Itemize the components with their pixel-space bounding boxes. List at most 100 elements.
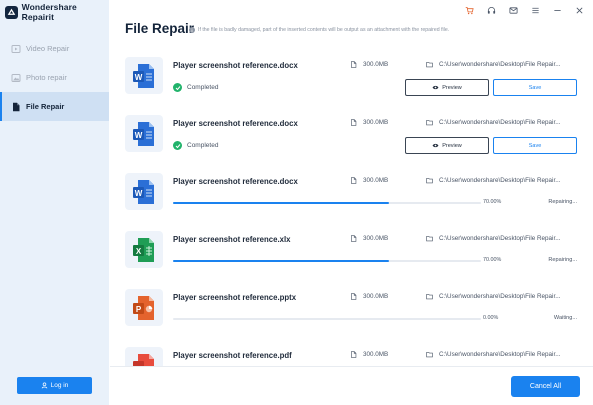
- file-size: 300.0MB: [350, 119, 388, 126]
- info-icon: i: [189, 27, 195, 33]
- sidebar-item-file-repair[interactable]: File Repair: [0, 92, 109, 121]
- pdf-file-icon: [125, 347, 163, 366]
- sidebar: Wondershare Repairit Video Repair Photo …: [0, 0, 109, 405]
- status-label: Completed: [187, 84, 219, 91]
- file-name: Player screenshot reference.xlx: [173, 235, 291, 244]
- document-icon: [351, 235, 357, 242]
- user-icon: [41, 382, 47, 389]
- file-size: 300.0MB: [350, 293, 388, 300]
- preview-button[interactable]: Preview: [405, 137, 489, 154]
- sidebar-item-label: Video Repair: [26, 44, 70, 53]
- close-icon[interactable]: [573, 4, 585, 16]
- preview-label: Preview: [442, 142, 462, 149]
- svg-text:P: P: [136, 304, 142, 313]
- file-row: W Player screenshot reference.docx 300.0…: [110, 106, 593, 164]
- document-icon: [351, 351, 357, 358]
- folder-icon: [426, 178, 433, 184]
- file-path-value: C:\User\wondershare\Desktop\File Repair.…: [439, 351, 561, 358]
- file-icon: [13, 102, 20, 111]
- hint-label: If the file is badly damaged, part of th…: [198, 27, 450, 33]
- file-path-value: C:\User\wondershare\Desktop\File Repair.…: [439, 293, 561, 300]
- progress-bar: [173, 260, 481, 262]
- file-size-value: 300.0MB: [363, 293, 389, 300]
- headset-icon[interactable]: [485, 4, 497, 16]
- file-name: Player screenshot reference.pdf: [173, 351, 292, 360]
- file-path-value: C:\User\wondershare\Desktop\File Repair.…: [439, 235, 561, 242]
- file-list: W Player screenshot reference.docx 300.0…: [110, 48, 593, 366]
- cancel-all-button[interactable]: Cancel All: [511, 376, 580, 397]
- eye-icon: [432, 85, 439, 90]
- status-label: Waiting...: [553, 315, 577, 321]
- svg-text:W: W: [135, 72, 143, 81]
- hint-text: i If the file is badly damaged, part of …: [189, 27, 449, 33]
- file-row: X Player screenshot reference.xlx 300.0M…: [110, 222, 593, 280]
- titlebar: [453, 4, 585, 16]
- file-path[interactable]: C:\User\wondershare\Desktop\File Repair.…: [426, 119, 586, 126]
- sidebar-item-photo-repair[interactable]: Photo repair: [0, 63, 109, 92]
- file-name: Player screenshot reference.docx: [173, 177, 298, 186]
- document-icon: [351, 61, 357, 68]
- cart-icon[interactable]: [463, 4, 475, 16]
- check-icon: [173, 141, 182, 150]
- video-icon: [11, 44, 21, 53]
- file-path[interactable]: C:\User\wondershare\Desktop\File Repair.…: [426, 351, 586, 358]
- file-size: 300.0MB: [350, 351, 388, 358]
- file-row: W Player screenshot reference.docx 300.0…: [110, 48, 593, 106]
- file-path[interactable]: C:\User\wondershare\Desktop\File Repair.…: [426, 293, 586, 300]
- sidebar-item-video-repair[interactable]: Video Repair: [0, 34, 109, 63]
- file-size-value: 300.0MB: [363, 177, 389, 184]
- svg-text:X: X: [136, 246, 142, 255]
- save-button[interactable]: Save: [493, 79, 577, 96]
- minimize-icon[interactable]: [551, 4, 563, 16]
- status-completed: Completed: [173, 141, 218, 150]
- save-label: Save: [528, 142, 542, 149]
- login-button[interactable]: Log in: [17, 377, 92, 394]
- sidebar-nav: Video Repair Photo repair File Repair: [0, 34, 109, 121]
- folder-icon: [426, 62, 433, 68]
- sidebar-item-label: File Repair: [26, 102, 65, 111]
- progress-bar: [173, 202, 481, 204]
- file-row: Player screenshot reference.pdf 300.0MB …: [110, 338, 593, 366]
- app-title: Wondershare Repairit: [21, 2, 77, 22]
- svg-text:W: W: [135, 130, 143, 139]
- file-size-value: 300.0MB: [363, 61, 389, 68]
- file-path-value: C:\User\wondershare\Desktop\File Repair.…: [439, 61, 561, 68]
- status-completed: Completed: [173, 83, 218, 92]
- file-path-value: C:\User\wondershare\Desktop\File Repair.…: [439, 177, 561, 184]
- progress-percent: 0.00%: [483, 315, 499, 321]
- progress-percent: 70.00%: [483, 257, 502, 263]
- save-button[interactable]: Save: [493, 137, 577, 154]
- progress-percent: 70.00%: [483, 199, 502, 205]
- mail-icon[interactable]: [507, 4, 519, 16]
- check-icon: [173, 83, 182, 92]
- cancel-all-label: Cancel All: [529, 383, 562, 390]
- file-size-value: 300.0MB: [363, 235, 389, 242]
- status-label: Repairing...: [548, 257, 577, 263]
- progress-fill: [173, 260, 389, 262]
- file-name: Player screenshot reference.docx: [173, 119, 298, 128]
- menu-icon[interactable]: [529, 4, 541, 16]
- eye-icon: [432, 143, 439, 148]
- file-path[interactable]: C:\User\wondershare\Desktop\File Repair.…: [426, 235, 586, 242]
- file-row: P Player screenshot reference.pptx 300.0…: [110, 280, 593, 338]
- progress-fill: [173, 202, 389, 204]
- brand: Wondershare Repairit: [5, 2, 109, 22]
- login-label: Log in: [50, 382, 69, 389]
- file-path-value: C:\User\wondershare\Desktop\File Repair.…: [439, 119, 561, 126]
- status-label: Repairing...: [548, 199, 577, 205]
- word-file-icon: W: [125, 173, 163, 210]
- file-name: Player screenshot reference.docx: [173, 61, 298, 70]
- word-file-icon: W: [125, 57, 163, 94]
- progress-bar: [173, 318, 481, 320]
- folder-icon: [426, 352, 433, 358]
- powerpoint-file-icon: P: [125, 289, 163, 326]
- file-name: Player screenshot reference.pptx: [173, 293, 297, 302]
- folder-icon: [426, 294, 433, 300]
- file-path[interactable]: C:\User\wondershare\Desktop\File Repair.…: [426, 61, 586, 68]
- photo-icon: [11, 73, 21, 82]
- file-path[interactable]: C:\User\wondershare\Desktop\File Repair.…: [426, 177, 586, 184]
- file-size: 300.0MB: [350, 61, 388, 68]
- preview-button[interactable]: Preview: [405, 79, 489, 96]
- folder-icon: [426, 236, 433, 242]
- sidebar-item-label: Photo repair: [26, 73, 67, 82]
